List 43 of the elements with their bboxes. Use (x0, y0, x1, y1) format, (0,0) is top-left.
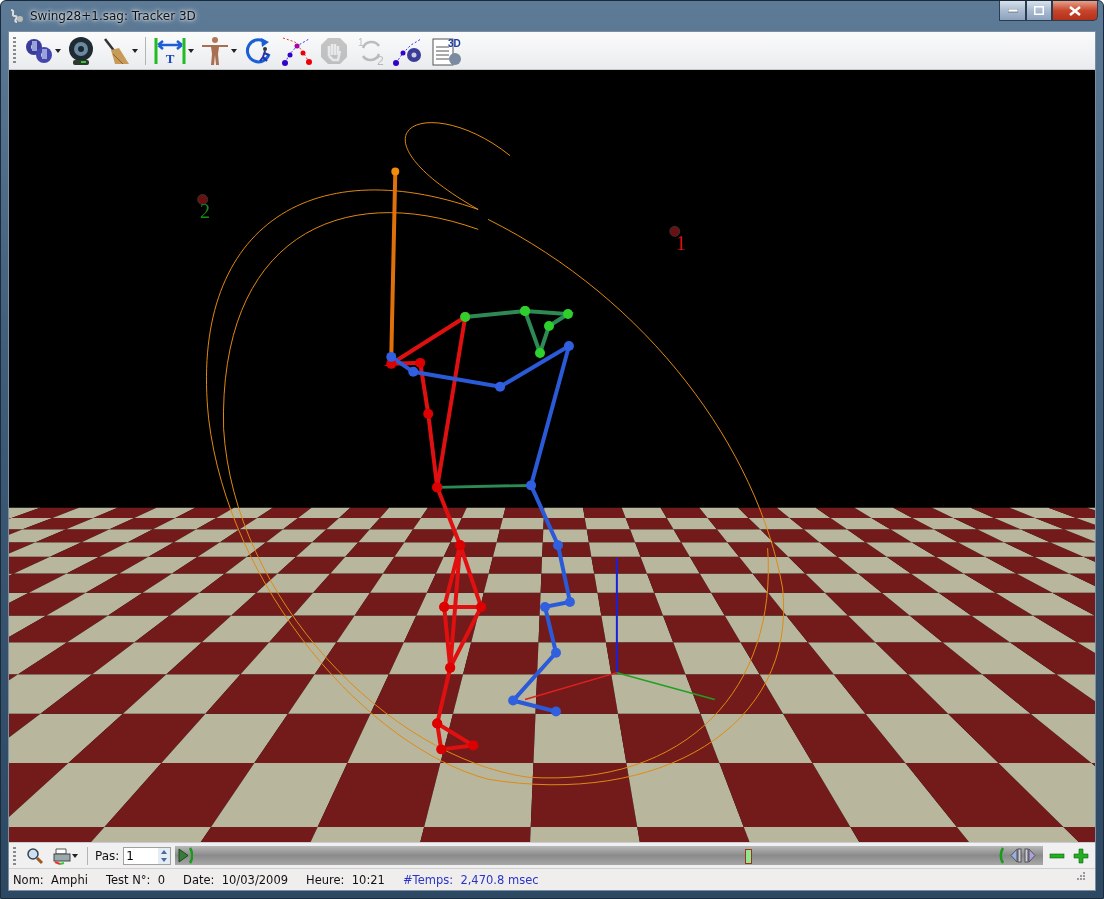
printer-icon (52, 846, 72, 865)
caret-icon (132, 48, 138, 53)
maximize-icon (1034, 6, 1044, 15)
app-logo-icon (8, 8, 24, 24)
maximize-button[interactable] (1026, 1, 1052, 21)
minimize-icon (1007, 8, 1018, 13)
marker-label: 2 (200, 201, 210, 221)
close-button[interactable] (1052, 1, 1098, 21)
human-figure-icon (200, 35, 230, 66)
timeline-slider[interactable] (175, 846, 1043, 865)
zoom-in-button[interactable] (1071, 846, 1091, 865)
stop-hand-icon (319, 35, 349, 66)
caret-icon (72, 853, 78, 858)
zoom-button[interactable] (24, 846, 46, 865)
play-button[interactable] (175, 846, 196, 865)
caret-icon (231, 48, 237, 53)
status-field: #Temps: 2,470.8 msec (402, 872, 539, 887)
marker-dot (197, 194, 209, 205)
step-spinbox[interactable]: 1 (123, 846, 172, 865)
webcam-icon (67, 35, 95, 66)
plus-icon (1073, 847, 1089, 864)
play-icon (177, 847, 194, 864)
slider-thumb[interactable] (745, 849, 752, 864)
window-title: Swing28+1.sag: Tracker 3D (30, 9, 196, 23)
magnifier-icon (26, 846, 44, 865)
status-field: Nom: Amphi (13, 872, 88, 887)
marker-label: 1 (676, 233, 686, 253)
resize-grip-icon (1075, 870, 1085, 880)
caret-icon (55, 48, 61, 53)
status-field: Test N°: 0 (105, 872, 166, 887)
minimize-button[interactable] (999, 1, 1026, 21)
caret-icon (188, 48, 194, 53)
spin-arrows-icon (158, 847, 171, 864)
status-field: Date: 10/03/2009 (183, 872, 289, 887)
marker-dot (669, 225, 681, 237)
crossing-points-icon (281, 35, 313, 66)
step-label: Pas: (95, 848, 120, 863)
toolbar-button[interactable]: 3D (429, 33, 467, 68)
close-icon (1069, 5, 1081, 16)
status-field: Heure: 10:21 (306, 872, 385, 887)
gears-icon (24, 36, 54, 65)
print-button[interactable] (50, 846, 80, 865)
toolbar-button[interactable]: T (151, 33, 196, 68)
